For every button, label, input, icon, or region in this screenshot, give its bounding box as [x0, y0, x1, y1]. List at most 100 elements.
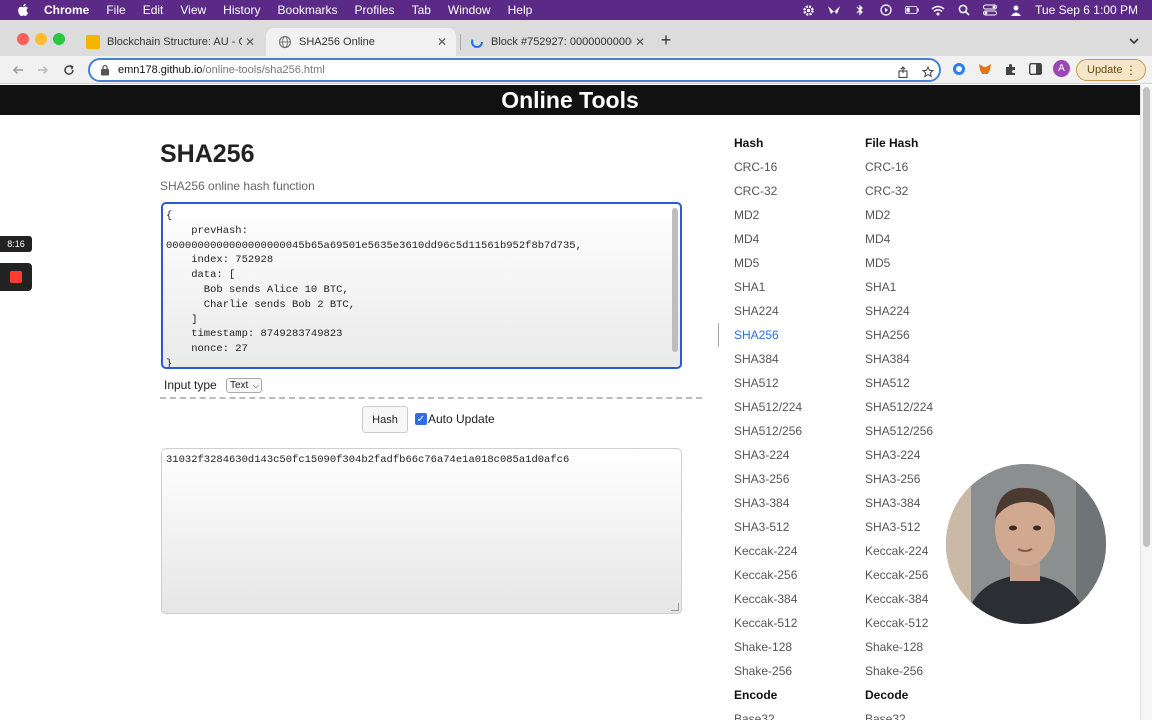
new-tab-button[interactable]: + [658, 31, 674, 49]
extension-blue-icon[interactable] [952, 62, 966, 76]
sidebar-item-hash-sha512-224[interactable]: SHA512/224 [734, 400, 802, 414]
sidebar-item-file-hash-keccak-256[interactable]: Keccak-256 [865, 568, 928, 582]
sidebar-item-file-hash-shake-256[interactable]: Shake-256 [865, 664, 923, 678]
sidebar-item-file-hash-sha3-384[interactable]: SHA3-384 [865, 496, 920, 510]
menu-history[interactable]: History [223, 0, 260, 20]
control-center-icon[interactable] [983, 4, 998, 16]
sidebar-item-hash-sha3-512[interactable]: SHA3-512 [734, 520, 789, 534]
sidebar-item-hash-sha512[interactable]: SHA512 [734, 376, 779, 390]
forward-arrow-icon[interactable] [33, 60, 53, 80]
input-type-select[interactable]: Text ⌵ [226, 378, 262, 393]
tab-blockchain-structure[interactable]: Blockchain Structure: AU - Go ✕ [74, 28, 264, 56]
page-scrollbar[interactable] [1140, 85, 1152, 720]
sidebar-item-hash-crc-16[interactable]: CRC-16 [734, 160, 777, 174]
menu-edit[interactable]: Edit [143, 0, 164, 20]
bird-icon[interactable] [827, 4, 841, 16]
side-panel-icon[interactable] [1028, 62, 1042, 76]
sidebar-item-file-hash-md4[interactable]: MD4 [865, 232, 890, 246]
sidebar-item-file-hash-sha3-256[interactable]: SHA3-256 [865, 472, 920, 486]
sidebar-item-file-hash-crc-16[interactable]: CRC-16 [865, 160, 908, 174]
sidebar-item-hash-sha256[interactable]: SHA256 [734, 328, 779, 342]
sidebar-item-hash-sha1[interactable]: SHA1 [734, 280, 765, 294]
sidebar-item-hash-keccak-384[interactable]: Keccak-384 [734, 592, 797, 606]
sidebar-item-file-hash-sha512[interactable]: SHA512 [865, 376, 910, 390]
sidebar-item-file-hash-sha512-224[interactable]: SHA512/224 [865, 400, 933, 414]
sidebar-item-file-hash-sha384[interactable]: SHA384 [865, 352, 910, 366]
sidebar-item-hash-sha3-224[interactable]: SHA3-224 [734, 448, 789, 462]
auto-update-checkbox[interactable]: ✓ [415, 413, 427, 425]
sidebar-item-hash-sha384[interactable]: SHA384 [734, 352, 779, 366]
close-tab-icon[interactable]: ✕ [434, 35, 450, 49]
resize-handle-icon[interactable] [671, 603, 679, 611]
gear-icon[interactable] [801, 4, 815, 16]
sidebar-item-hash-sha3-384[interactable]: SHA3-384 [734, 496, 789, 510]
close-tab-icon[interactable]: ✕ [632, 35, 648, 49]
menu-view[interactable]: View [180, 0, 206, 20]
tab-sha256-online[interactable]: SHA256 Online ✕ [266, 28, 456, 56]
sidebar-item-hash-md5[interactable]: MD5 [734, 256, 759, 270]
close-window-button[interactable] [17, 33, 29, 45]
sidebar-item-file-hash-crc-32[interactable]: CRC-32 [865, 184, 908, 198]
lock-icon[interactable] [100, 64, 110, 76]
hash-button[interactable]: Hash [362, 406, 408, 433]
site-title[interactable]: Online Tools [0, 85, 1140, 115]
puzzle-extensions-icon[interactable] [1003, 62, 1017, 76]
sidebar-item-hash-keccak-256[interactable]: Keccak-256 [734, 568, 797, 582]
sidebar-item-file-hash-sha256[interactable]: SHA256 [865, 328, 910, 342]
bluetooth-icon[interactable] [853, 4, 867, 16]
input-textarea[interactable]: { prevHash: 0000000000000000000045b65a69… [161, 202, 682, 369]
sidebar-item-decode-base32[interactable]: Base32 [865, 712, 906, 720]
user-icon[interactable] [1009, 4, 1023, 16]
sidebar-item-hash-shake-128[interactable]: Shake-128 [734, 640, 792, 654]
sidebar-item-file-hash-sha224[interactable]: SHA224 [865, 304, 910, 318]
share-icon[interactable] [896, 65, 910, 79]
sidebar-item-hash-md2[interactable]: MD2 [734, 208, 759, 222]
metamask-fox-icon[interactable] [978, 62, 992, 76]
sidebar-item-hash-sha224[interactable]: SHA224 [734, 304, 779, 318]
sidebar-item-hash-sha512-256[interactable]: SHA512/256 [734, 424, 802, 438]
minimize-window-button[interactable] [35, 33, 47, 45]
tab-search-chevron-icon[interactable] [1128, 34, 1140, 46]
sidebar-item-hash-crc-32[interactable]: CRC-32 [734, 184, 777, 198]
update-button[interactable]: Update ⋮ [1076, 59, 1146, 81]
menu-file[interactable]: File [106, 0, 125, 20]
sidebar-item-file-hash-keccak-512[interactable]: Keccak-512 [865, 616, 928, 630]
input-scrollbar[interactable] [672, 208, 678, 352]
auto-update-label[interactable]: Auto Update [428, 412, 495, 426]
apple-icon[interactable] [16, 3, 30, 17]
menubar-datetime[interactable]: Tue Sep 6 1:00 PM [1035, 3, 1138, 17]
sidebar-item-file-hash-md2[interactable]: MD2 [865, 208, 890, 222]
menu-bookmarks[interactable]: Bookmarks [278, 0, 338, 20]
wifi-icon[interactable] [931, 4, 945, 16]
menu-window[interactable]: Window [448, 0, 491, 20]
back-arrow-icon[interactable] [8, 60, 28, 80]
scrollbar-thumb[interactable] [1143, 87, 1150, 547]
menu-tab[interactable]: Tab [412, 0, 431, 20]
sidebar-item-file-hash-sha1[interactable]: SHA1 [865, 280, 896, 294]
profile-avatar[interactable]: A [1053, 60, 1070, 77]
zoom-window-button[interactable] [53, 33, 65, 45]
sidebar-item-hash-shake-256[interactable]: Shake-256 [734, 664, 792, 678]
sidebar-item-hash-keccak-512[interactable]: Keccak-512 [734, 616, 797, 630]
battery-icon[interactable] [905, 4, 919, 16]
address-bar[interactable]: emn178.github.io/online-tools/sha256.htm… [88, 58, 941, 82]
menu-profiles[interactable]: Profiles [355, 0, 395, 20]
more-menu-icon[interactable]: ⋮ [1125, 63, 1137, 77]
output-textarea[interactable]: 31032f3284630d143c50fc15090f304b2fadfb66… [161, 448, 682, 614]
play-circle-icon[interactable] [879, 4, 893, 16]
sidebar-item-hash-md4[interactable]: MD4 [734, 232, 759, 246]
sidebar-item-file-hash-sha3-512[interactable]: SHA3-512 [865, 520, 920, 534]
stop-recording-button[interactable] [0, 263, 32, 291]
bookmark-star-icon[interactable] [921, 65, 935, 79]
sidebar-item-encode-base32[interactable]: Base32 [734, 712, 775, 720]
sidebar-item-file-hash-md5[interactable]: MD5 [865, 256, 890, 270]
menu-app-name[interactable]: Chrome [44, 0, 89, 20]
sidebar-item-file-hash-sha3-224[interactable]: SHA3-224 [865, 448, 920, 462]
sidebar-item-file-hash-keccak-224[interactable]: Keccak-224 [865, 544, 928, 558]
close-tab-icon[interactable]: ✕ [242, 35, 258, 49]
sidebar-item-file-hash-keccak-384[interactable]: Keccak-384 [865, 592, 928, 606]
sidebar-item-file-hash-shake-128[interactable]: Shake-128 [865, 640, 923, 654]
reload-icon[interactable] [59, 60, 79, 80]
search-icon[interactable] [957, 4, 971, 16]
sidebar-item-hash-keccak-224[interactable]: Keccak-224 [734, 544, 797, 558]
